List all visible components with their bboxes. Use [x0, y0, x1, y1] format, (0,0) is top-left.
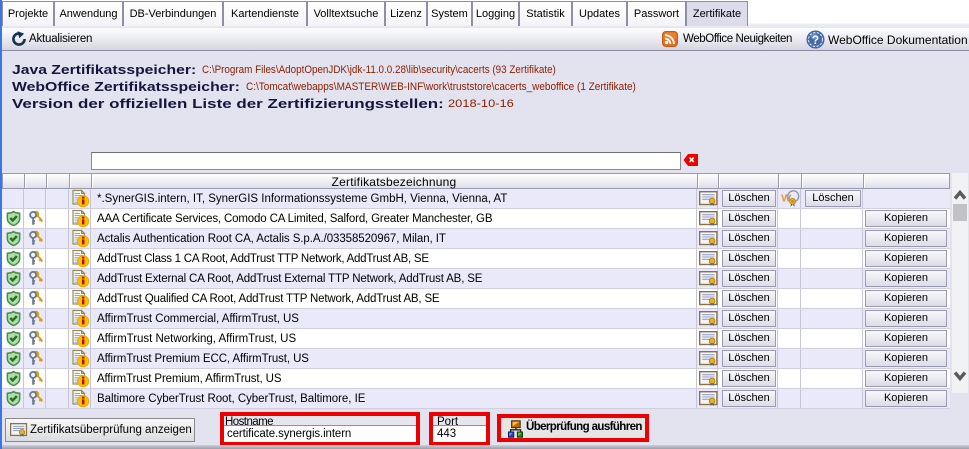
svg-text:?: ? — [812, 33, 819, 47]
